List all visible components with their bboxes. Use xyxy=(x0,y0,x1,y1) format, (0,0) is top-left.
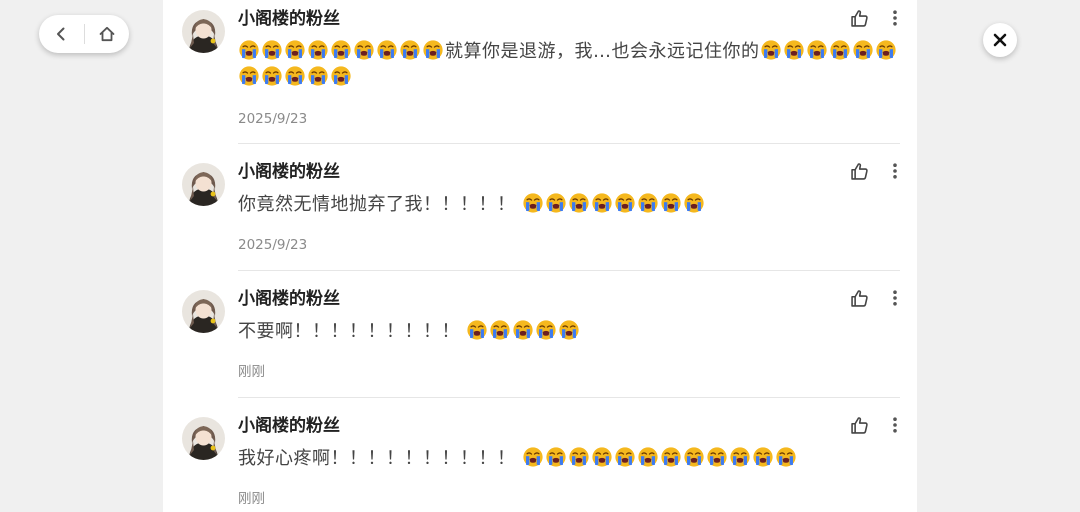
crying-face-emoji xyxy=(308,66,328,86)
crying-face-emoji xyxy=(852,40,873,60)
emoji-run xyxy=(522,447,798,469)
crying-face-emoji xyxy=(239,40,259,60)
more-options-icon[interactable] xyxy=(889,416,901,434)
crying-face-emoji xyxy=(285,66,305,86)
crying-face-emoji xyxy=(559,320,579,340)
crying-face-emoji xyxy=(513,320,533,340)
crying-face-emoji xyxy=(638,193,658,213)
home-button[interactable] xyxy=(84,15,129,53)
comment-divider xyxy=(238,143,900,144)
more-options-icon[interactable] xyxy=(889,162,901,180)
crying-face-emoji xyxy=(523,193,543,213)
thumbs-up-icon[interactable] xyxy=(849,288,870,309)
crying-face-emoji xyxy=(661,447,681,467)
emoji-run xyxy=(522,193,706,215)
crying-face-emoji xyxy=(331,66,351,86)
crying-face-emoji xyxy=(875,40,896,60)
comment-date: 2025/9/23 xyxy=(238,237,308,253)
emoji-run xyxy=(466,320,581,342)
comment-item: 小阁楼的粉丝 你竟然无情地抛弃了我！！！！！ 2025/9/23 xyxy=(163,154,917,271)
comment-divider xyxy=(238,397,900,398)
comment-username[interactable]: 小阁楼的粉丝 xyxy=(238,8,340,30)
crying-face-emoji xyxy=(377,40,397,60)
comment-body: 就算你是退游，我…也会永远记住你的 xyxy=(238,39,898,91)
crying-face-emoji xyxy=(400,40,420,60)
thumbs-up-icon[interactable] xyxy=(849,415,870,436)
avatar-image xyxy=(182,163,225,206)
crying-face-emoji xyxy=(592,447,612,467)
crying-face-emoji xyxy=(753,447,773,467)
crying-face-emoji xyxy=(707,447,727,467)
comment-date: 2025/9/23 xyxy=(238,111,308,127)
close-button[interactable] xyxy=(983,23,1017,57)
crying-face-emoji xyxy=(569,193,589,213)
crying-face-emoji xyxy=(536,320,556,340)
more-options-icon[interactable] xyxy=(889,289,901,307)
crying-face-emoji xyxy=(569,447,589,467)
comment-item: 小阁楼的粉丝 就算你是退游，我…也会永远记住你的 2025/9/23 xyxy=(163,1,917,144)
crying-face-emoji xyxy=(308,40,328,60)
crying-face-emoji xyxy=(467,320,487,340)
comment-body: 你竟然无情地抛弃了我！！！！！ xyxy=(238,192,898,218)
avatar-image xyxy=(182,290,225,333)
avatar[interactable] xyxy=(182,163,225,206)
crying-face-emoji xyxy=(331,40,351,60)
avatar[interactable] xyxy=(182,417,225,460)
crying-face-emoji xyxy=(684,193,704,213)
crying-face-emoji xyxy=(615,447,635,467)
comment-time: 刚刚 xyxy=(238,491,265,507)
thumbs-up-icon[interactable] xyxy=(849,8,870,29)
crying-face-emoji xyxy=(760,40,781,60)
crying-face-emoji xyxy=(262,40,282,60)
comment-body: 我好心疼啊！！！！！！！！！！ xyxy=(238,446,898,472)
comment-username[interactable]: 小阁楼的粉丝 xyxy=(238,161,340,183)
comment-divider xyxy=(238,270,900,271)
avatar-image xyxy=(182,417,225,460)
comment-item: 小阁楼的粉丝 我好心疼啊！！！！！！！！！！ 刚刚 xyxy=(163,408,917,512)
emoji-run xyxy=(238,40,445,62)
crying-face-emoji xyxy=(638,447,658,467)
chevron-left-icon xyxy=(57,27,65,41)
comment-username[interactable]: 小阁楼的粉丝 xyxy=(238,288,340,310)
comment-text: 我好心疼啊！！！！！！！！！！ xyxy=(238,448,516,469)
crying-face-emoji xyxy=(730,447,750,467)
crying-face-emoji xyxy=(661,193,681,213)
crying-face-emoji xyxy=(546,447,566,467)
crying-face-emoji xyxy=(684,447,704,467)
crying-face-emoji xyxy=(262,66,282,86)
crying-face-emoji xyxy=(354,40,374,60)
comment-text: 你竟然无情地抛弃了我！！！！！ xyxy=(238,194,516,215)
comment-text: 就算你是退游，我…也会永远记住你的 xyxy=(445,41,760,62)
close-icon xyxy=(993,33,1007,47)
more-options-icon[interactable] xyxy=(889,9,901,27)
crying-face-emoji xyxy=(523,447,543,467)
crying-face-emoji xyxy=(615,193,635,213)
crying-face-emoji xyxy=(285,40,305,60)
crying-face-emoji xyxy=(490,320,510,340)
crying-face-emoji xyxy=(776,447,796,467)
avatar[interactable] xyxy=(182,290,225,333)
avatar[interactable] xyxy=(182,10,225,53)
crying-face-emoji xyxy=(239,66,259,86)
crying-face-emoji xyxy=(546,193,566,213)
crying-face-emoji xyxy=(806,40,827,60)
comment-username[interactable]: 小阁楼的粉丝 xyxy=(238,415,340,437)
crying-face-emoji xyxy=(423,40,443,60)
nav-pill xyxy=(39,15,129,53)
avatar-image xyxy=(182,10,225,53)
comment-item: 小阁楼的粉丝 不要啊！！！！！！！！！ 刚刚 xyxy=(163,281,917,398)
comment-time: 刚刚 xyxy=(238,364,265,380)
comment-body: 不要啊！！！！！！！！！ xyxy=(238,319,898,345)
crying-face-emoji xyxy=(829,40,850,60)
crying-face-emoji xyxy=(592,193,612,213)
home-icon xyxy=(99,26,115,42)
thumbs-up-icon[interactable] xyxy=(849,161,870,182)
comment-text: 不要啊！！！！！！！！！ xyxy=(238,321,460,342)
back-button[interactable] xyxy=(39,15,84,53)
crying-face-emoji xyxy=(783,40,804,60)
comment-panel: 小阁楼的粉丝 就算你是退游，我…也会永远记住你的 2025/9/23 小阁楼的粉… xyxy=(163,0,917,512)
